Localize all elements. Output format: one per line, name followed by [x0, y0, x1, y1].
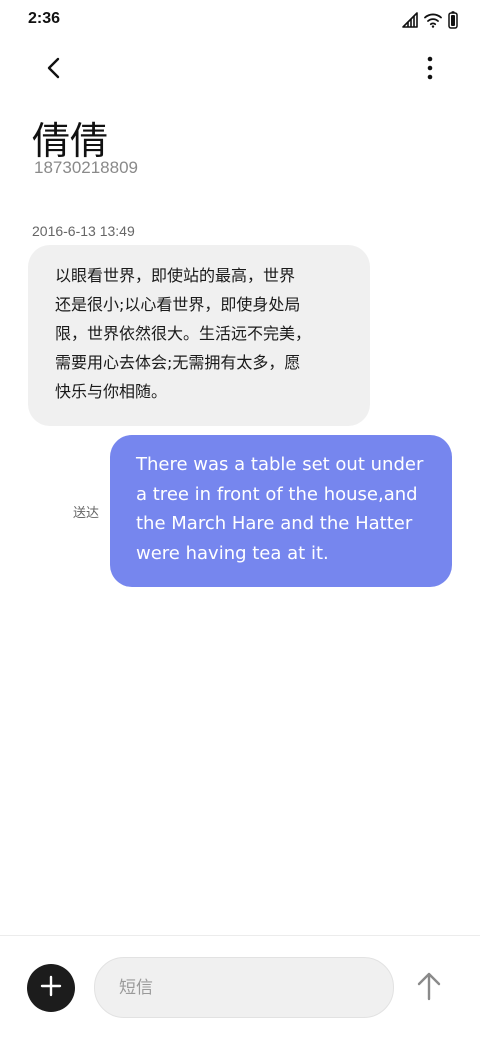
- received-message-line: 需要用心去体会;无需拥有太多，愿: [55, 353, 301, 372]
- status-time: 2:36: [28, 10, 61, 27]
- received-message-line: 还是很小;以心看世界，即使身处局: [55, 295, 301, 314]
- signal-icon: [402, 12, 418, 32]
- message-timestamp: 2016-6-13 13:49: [32, 223, 135, 239]
- received-message-line: 快乐与你相随。: [55, 382, 168, 401]
- sent-message-line: There was a table set out under: [136, 454, 424, 475]
- chevron-left-icon: [44, 56, 64, 84]
- sent-message-line: were having tea at it.: [136, 542, 329, 564]
- message-input[interactable]: [94, 957, 394, 1018]
- more-vertical-icon: [427, 56, 433, 84]
- delivery-status: 送达: [73, 506, 100, 521]
- back-button[interactable]: [36, 52, 72, 88]
- add-attachment-button[interactable]: [27, 964, 75, 1012]
- sent-message-line: a tree in front of the house,and: [136, 483, 418, 505]
- contact-name: 倩倩: [32, 119, 109, 163]
- battery-icon: [448, 11, 458, 33]
- sent-message-line: the March Hare and the Hatter: [136, 513, 413, 534]
- received-message-line: 以眼看世界，即使站的最高，世界: [55, 266, 296, 285]
- more-options-button[interactable]: [420, 52, 440, 88]
- send-button[interactable]: [410, 968, 448, 1008]
- sent-message-bubble[interactable]: There was a table set out under a tree i…: [110, 435, 452, 587]
- composer-divider: [0, 935, 480, 936]
- contact-number: 18730218809: [34, 158, 139, 177]
- arrow-up-icon: [416, 971, 442, 1005]
- status-bar: 2:36: [0, 0, 480, 40]
- received-message-bubble[interactable]: 以眼看世界，即使站的最高，世界 还是很小;以心看世界，即使身处局 限，世界依然很…: [28, 245, 370, 426]
- received-message-line: 限，世界依然很大。生活远不完美，: [55, 324, 312, 343]
- plus-icon: [40, 975, 62, 1001]
- wifi-icon: [424, 12, 442, 32]
- status-icons: [402, 11, 458, 33]
